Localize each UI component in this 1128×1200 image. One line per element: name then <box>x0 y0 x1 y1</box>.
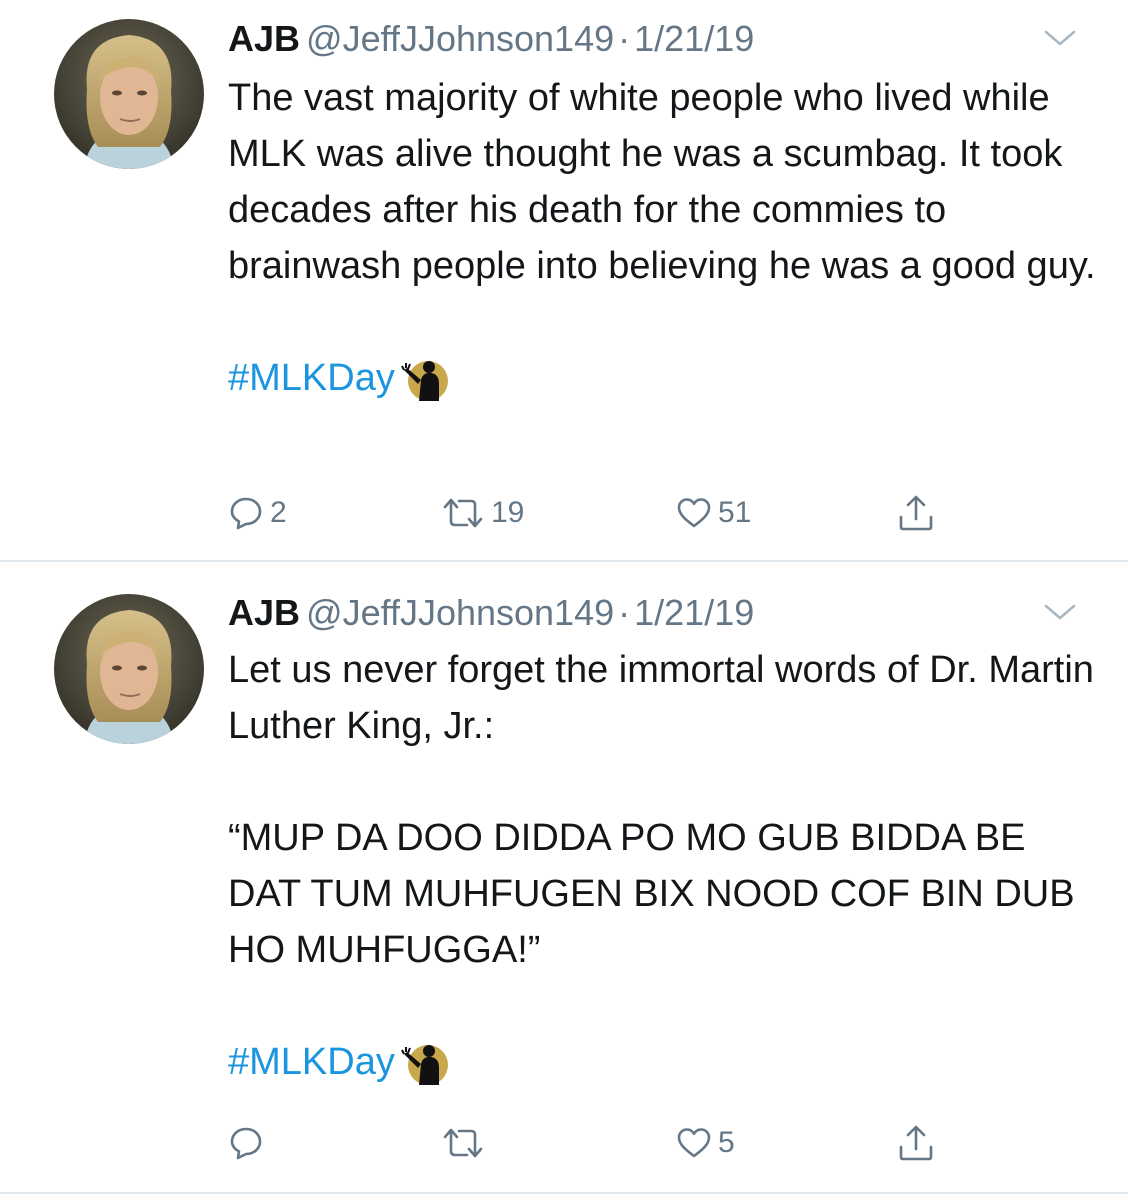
tweet-paragraph: The vast majority of white people who li… <box>228 77 1096 287</box>
person-speaking-icon <box>400 1038 449 1086</box>
like-count: 5 <box>718 1126 735 1159</box>
separator-dot: · <box>618 18 631 59</box>
share-upload-icon <box>899 495 933 531</box>
tweet-header: AJB @JeffJJohnson149 · 1/21/19 <box>228 588 1088 638</box>
tweet-text: Let us never forget the immortal words o… <box>228 642 1098 1090</box>
tweet-intro: Let us never forget the immortal words o… <box>228 649 1094 747</box>
heart-outline-icon <box>677 498 711 528</box>
person-speaking-icon <box>400 354 449 402</box>
author-name[interactable]: AJB <box>228 18 300 59</box>
reply-button[interactable] <box>228 1118 270 1168</box>
author-name[interactable]: AJB <box>228 592 300 633</box>
tweet-actions: 5 <box>228 1118 988 1168</box>
tweet[interactable]: AJB @JeffJJohnson149 · 1/21/19 Let us never… <box>0 562 1128 1192</box>
speech-bubble-icon <box>230 1127 262 1160</box>
tweet-date[interactable]: 1/21/19 <box>634 18 754 59</box>
retweet-count: 19 <box>491 496 525 529</box>
share-button[interactable] <box>896 1118 936 1168</box>
hashtag-link[interactable]: #MLKDay <box>228 1034 395 1090</box>
speech-bubble-icon <box>230 497 262 530</box>
reply-button[interactable]: 2 <box>228 488 287 538</box>
tweet-actions: 2 19 51 <box>228 488 988 538</box>
retweet-arrows-icon <box>443 498 483 528</box>
avatar[interactable] <box>54 594 204 744</box>
tweet-date[interactable]: 1/21/19 <box>634 592 754 633</box>
hashtag-link[interactable]: #MLKDay <box>228 350 395 406</box>
chevron-down-icon[interactable] <box>1042 26 1078 50</box>
heart-outline-icon <box>677 1128 711 1158</box>
tweet-divider <box>0 1192 1128 1194</box>
reply-count: 2 <box>270 496 287 529</box>
separator-dot: · <box>618 592 631 633</box>
author-handle[interactable]: @JeffJJohnson149 <box>306 592 614 633</box>
retweet-button[interactable] <box>441 1118 491 1168</box>
tweet[interactable]: AJB @JeffJJohnson149 · 1/21/19 The vast maj… <box>0 0 1128 561</box>
retweet-button[interactable]: 19 <box>441 488 524 538</box>
retweet-arrows-icon <box>443 1128 483 1158</box>
tweet-header: AJB @JeffJJohnson149 · 1/21/19 <box>228 14 1088 64</box>
chevron-down-icon[interactable] <box>1042 600 1078 624</box>
share-upload-icon <box>899 1125 933 1161</box>
like-button[interactable]: 5 <box>676 1118 735 1168</box>
like-count: 51 <box>718 496 752 529</box>
author-handle[interactable]: @JeffJJohnson149 <box>306 18 614 59</box>
like-button[interactable]: 51 <box>676 488 751 538</box>
share-button[interactable] <box>896 488 936 538</box>
tweet-quote: “MUP DA DOO DIDDA PO MO GUB BIDDA BE DAT… <box>228 817 1075 971</box>
avatar[interactable] <box>54 19 204 169</box>
tweet-text: The vast majority of white people who li… <box>228 70 1098 406</box>
